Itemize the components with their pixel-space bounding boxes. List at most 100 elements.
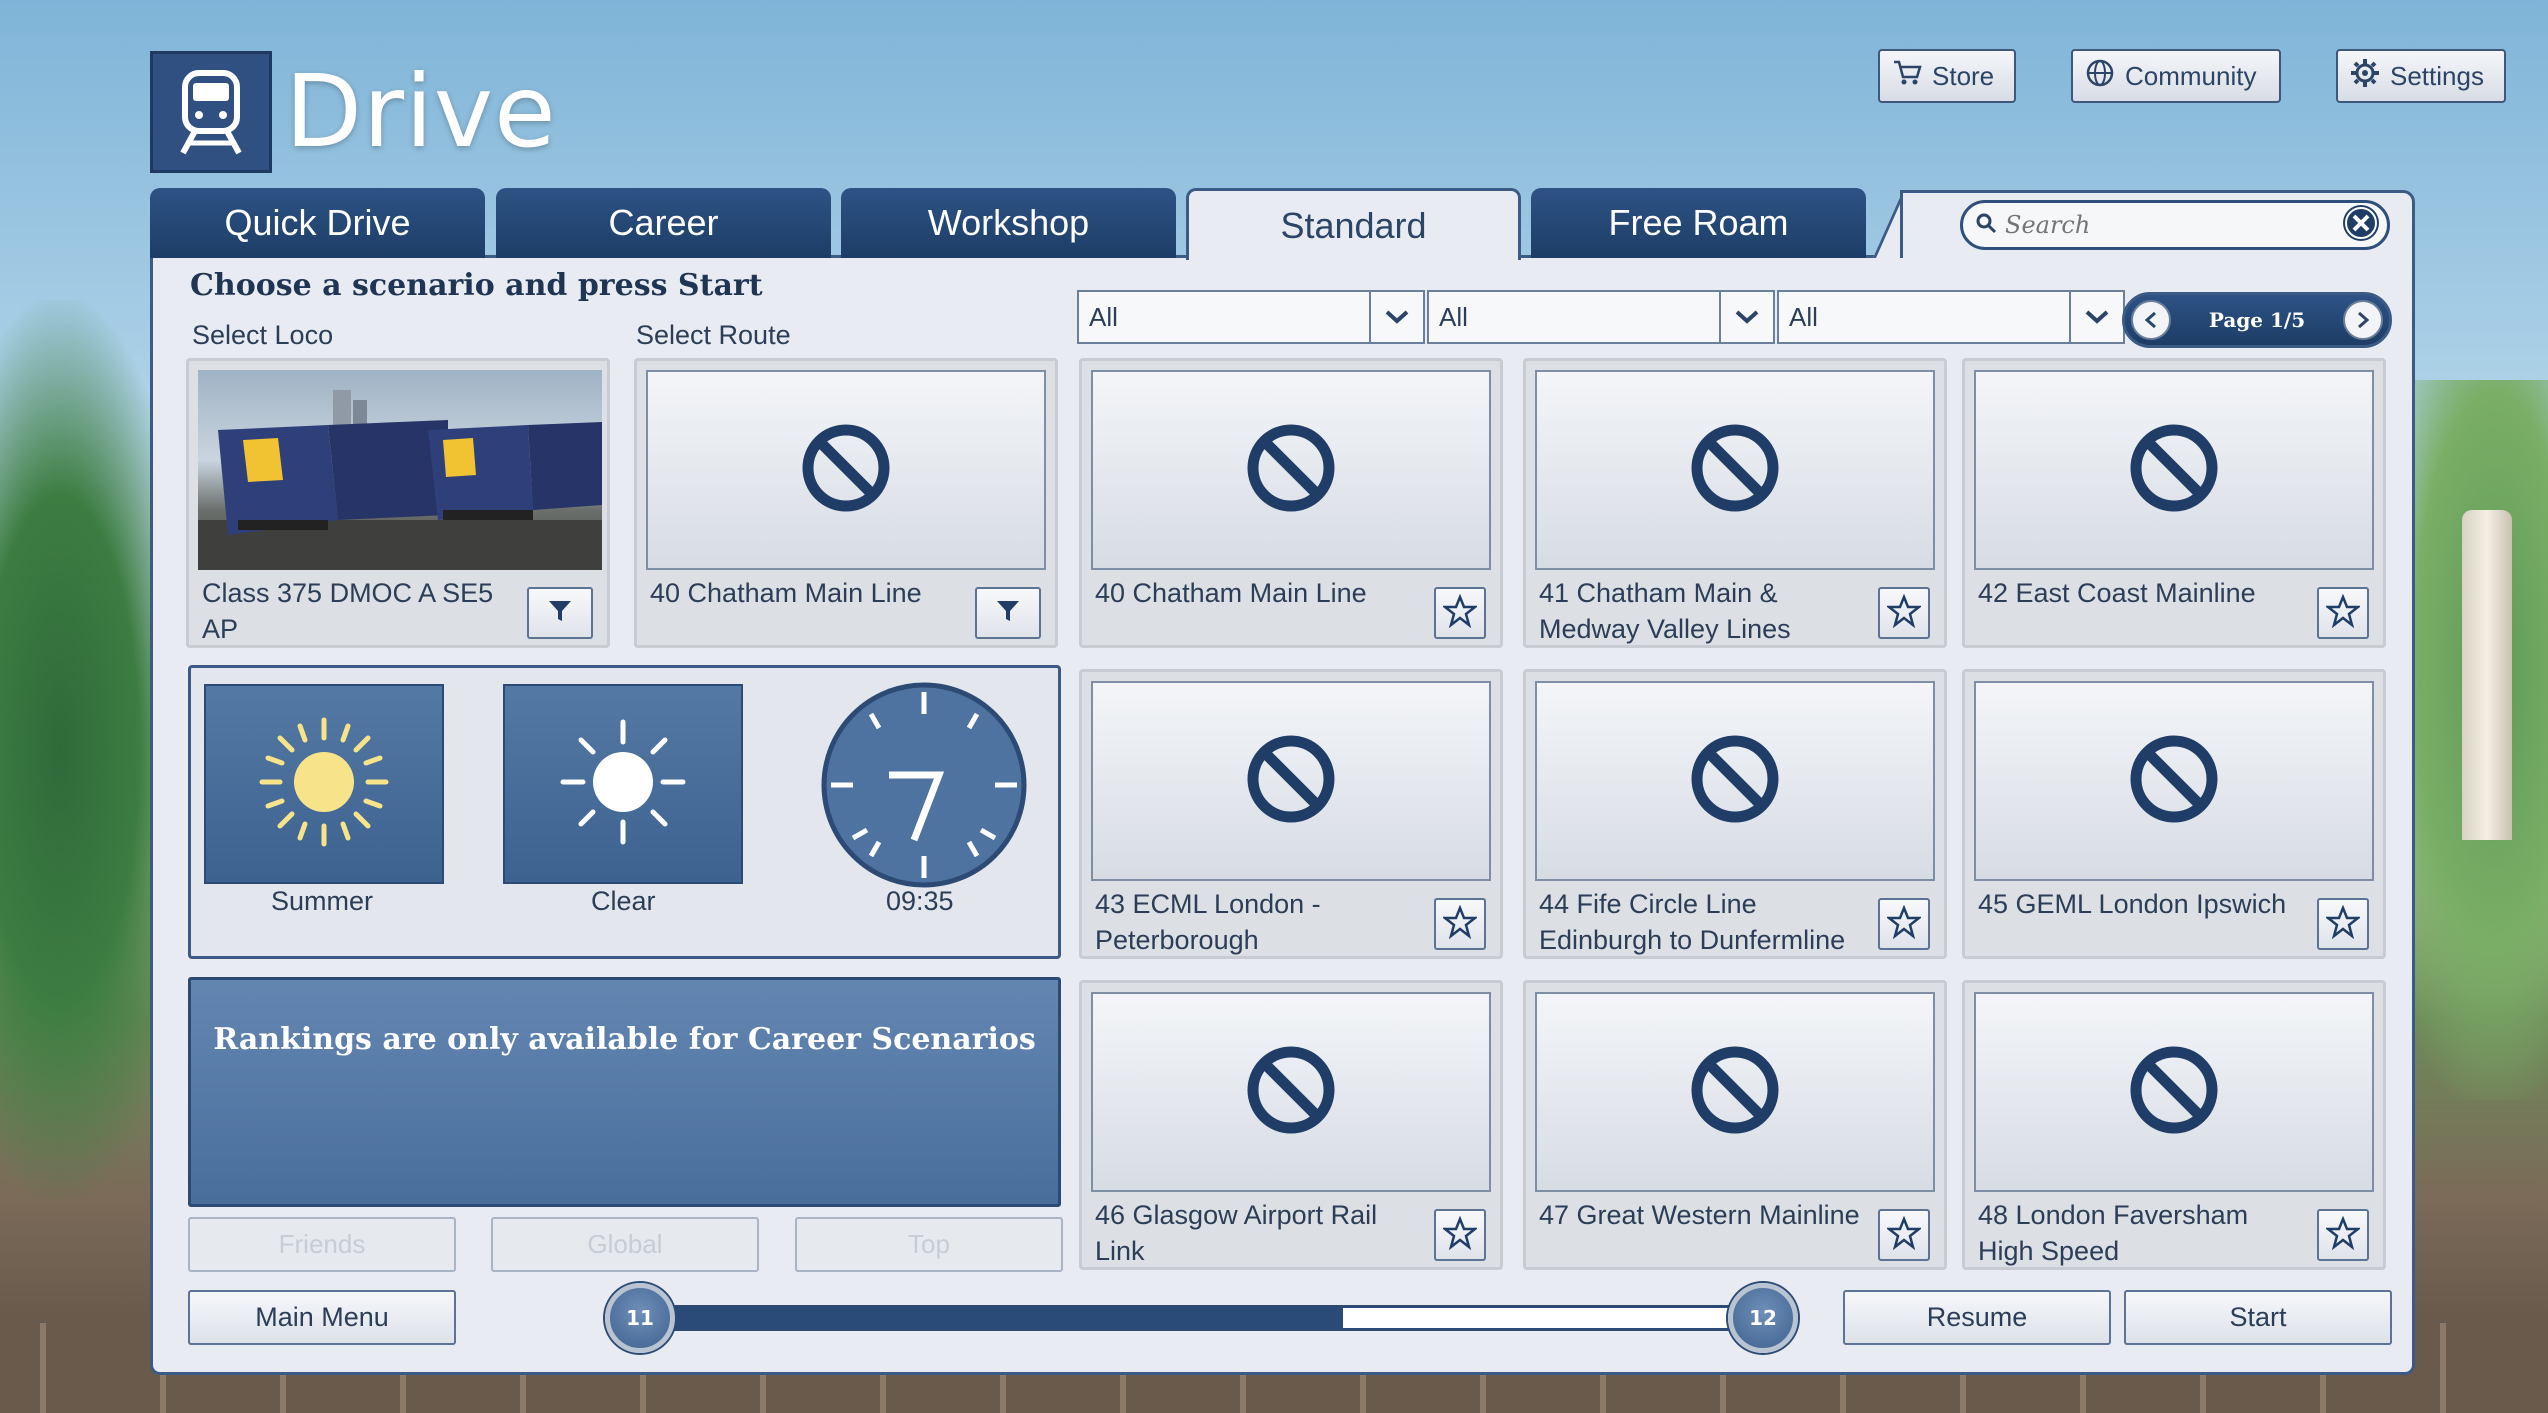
select-route-label: Select Route	[636, 320, 791, 350]
community-button[interactable]: Community	[2071, 49, 2281, 103]
star-icon	[1885, 904, 1923, 943]
train-logo-icon	[150, 51, 272, 173]
scenario-name: 42 East Coast Mainline	[1978, 578, 2256, 608]
cart-icon	[1892, 59, 1922, 94]
resume-button[interactable]: Resume	[1843, 1290, 2111, 1345]
weather-selector[interactable]	[503, 684, 743, 884]
current-level-badge: 11	[605, 1283, 675, 1353]
rankings-message: Rankings are only available for Career S…	[213, 1022, 1036, 1057]
season-label: Summer	[271, 886, 374, 916]
time-label: 09:35	[886, 886, 954, 916]
loco-filter-button[interactable]	[527, 587, 593, 639]
tab-free-roam[interactable]: Free Roam	[1531, 188, 1866, 258]
scenario-name: 41 Chatham Main & Medway Valley Lines	[1539, 578, 1791, 644]
scenario-card[interactable]: 43 ECML London - Peterborough	[1079, 669, 1503, 959]
next-page-button[interactable]	[2343, 300, 2383, 340]
funnel-icon	[547, 598, 573, 628]
background-lighthouse	[2462, 510, 2512, 840]
scenario-thumbnail	[1535, 992, 1935, 1192]
scenario-thumbnail	[1974, 370, 2374, 570]
star-icon	[2324, 1215, 2362, 1254]
star-icon	[1885, 593, 1923, 632]
scenario-thumbnail	[1091, 370, 1491, 570]
weather-label: Clear	[591, 886, 656, 916]
favorite-button[interactable]	[1878, 587, 1930, 639]
favorite-button[interactable]	[1878, 898, 1930, 950]
favorite-button[interactable]	[2317, 898, 2369, 950]
star-icon	[1441, 593, 1479, 632]
filter-dropdown-3[interactable]: All	[1777, 290, 2125, 344]
favorite-button[interactable]	[2317, 1209, 2369, 1261]
community-label: Community	[2125, 60, 2257, 91]
funnel-icon	[995, 598, 1021, 628]
select-loco-label: Select Loco	[192, 320, 334, 350]
next-level-badge: 12	[1728, 1283, 1798, 1353]
scenario-card[interactable]: 42 East Coast Mainline	[1962, 358, 2386, 648]
route-thumbnail	[646, 370, 1046, 570]
scenario-thumbnail	[1091, 992, 1491, 1192]
chevron-down-icon	[1719, 292, 1773, 342]
globe-icon	[2085, 58, 2115, 95]
level-progress-fill	[643, 1308, 1344, 1328]
filter-value: All	[1439, 301, 1468, 332]
season-selector[interactable]	[204, 684, 444, 884]
favorite-button[interactable]	[1878, 1209, 1930, 1261]
scenario-card[interactable]: 46 Glasgow Airport Rail Link	[1079, 980, 1503, 1270]
page-indicator: Page 1/5	[2208, 308, 2306, 332]
scenario-name: 47 Great Western Mainline	[1539, 1200, 1860, 1230]
scenario-card[interactable]: 41 Chatham Main & Medway Valley Lines	[1523, 358, 1947, 648]
scenario-card[interactable]: 40 Chatham Main Line	[1079, 358, 1503, 648]
rankings-panel: Rankings are only available for Career S…	[188, 977, 1061, 1207]
tab-workshop[interactable]: Workshop	[841, 188, 1176, 258]
star-icon	[1441, 1215, 1479, 1254]
tab-career[interactable]: Career	[496, 188, 831, 258]
scenario-name: 45 GEML London Ipswich	[1978, 889, 2287, 919]
tab-standard[interactable]: Standard	[1186, 188, 1521, 260]
filter-dropdown-1[interactable]: All	[1077, 290, 1425, 344]
main-menu-button[interactable]: Main Menu	[188, 1290, 456, 1345]
start-button[interactable]: Start	[2124, 1290, 2392, 1345]
settings-button[interactable]: Settings	[2336, 49, 2506, 103]
star-icon	[1885, 1215, 1923, 1254]
rankings-friends-button[interactable]: Friends	[188, 1217, 456, 1272]
tab-quick-drive[interactable]: Quick Drive	[150, 188, 485, 258]
scenario-name: 40 Chatham Main Line	[1095, 578, 1367, 608]
no-image-icon	[2128, 733, 2220, 829]
chevron-down-icon	[2069, 292, 2123, 342]
scenario-name: 46 Glasgow Airport Rail Link	[1095, 1200, 1378, 1266]
scenario-card[interactable]: 48 London Faversham High Speed	[1962, 980, 2386, 1270]
filter-value: All	[1089, 301, 1118, 332]
scenario-thumbnail	[1535, 370, 1935, 570]
settings-label: Settings	[2390, 60, 2484, 91]
no-image-icon	[1245, 422, 1337, 518]
filter-dropdown-2[interactable]: All	[1427, 290, 1775, 344]
search-field[interactable]	[1960, 200, 2390, 250]
favorite-button[interactable]	[1434, 587, 1486, 639]
chevron-down-icon	[1369, 292, 1423, 342]
loco-card[interactable]: Class 375 DMOC A SE5 AP	[186, 358, 610, 648]
app-title: Drive	[285, 53, 557, 170]
scenario-card[interactable]: 44 Fife Circle Line Edinburgh to Dunferm…	[1523, 669, 1947, 959]
favorite-button[interactable]	[2317, 587, 2369, 639]
scenario-card[interactable]: 45 GEML London Ipswich	[1962, 669, 2386, 959]
route-card[interactable]: 40 Chatham Main Line	[634, 358, 1058, 648]
favorite-button[interactable]	[1434, 898, 1486, 950]
clear-search-icon[interactable]	[2341, 203, 2381, 247]
favorite-button[interactable]	[1434, 1209, 1486, 1261]
time-selector[interactable]	[819, 680, 1029, 894]
scenario-card[interactable]: 47 Great Western Mainline	[1523, 980, 1947, 1270]
gear-icon	[2350, 58, 2380, 95]
environment-panel: Summer Clear 09:35	[188, 665, 1061, 959]
scenario-thumbnail	[1974, 681, 2374, 881]
search-icon	[1975, 212, 1997, 238]
no-image-icon	[2128, 1044, 2220, 1140]
rankings-top-button[interactable]: Top	[795, 1217, 1063, 1272]
store-button[interactable]: Store	[1878, 49, 2016, 103]
search-input[interactable]	[2003, 210, 2341, 240]
rankings-global-button[interactable]: Global	[491, 1217, 759, 1272]
no-image-icon	[1245, 733, 1337, 829]
sun-icon	[254, 712, 394, 856]
previous-page-button[interactable]	[2131, 300, 2171, 340]
scenario-name: 43 ECML London - Peterborough	[1095, 889, 1321, 955]
route-filter-button[interactable]	[975, 587, 1041, 639]
